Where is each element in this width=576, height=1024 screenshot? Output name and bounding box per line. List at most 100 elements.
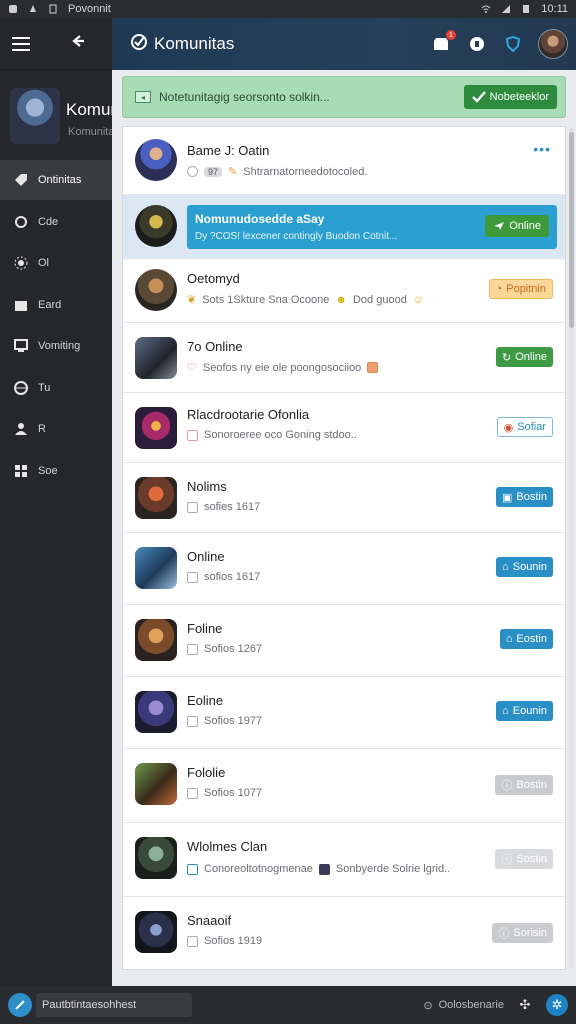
chat-icon	[14, 215, 28, 229]
sidebar-item-ontinitas[interactable]: Ontinitas	[0, 160, 112, 200]
sidebar-item-r[interactable]: R	[0, 409, 112, 449]
row-avatar	[135, 337, 177, 379]
row-subtitle: Conoreoltotnogmenae Sonbyerde Solrie lgr…	[187, 863, 450, 875]
list-item[interactable]: Oetomyd ❦ Sots 1Skture Sna Ocoone ☻ Dod …	[123, 259, 565, 323]
sidebar-item-ol[interactable]: Ol	[0, 243, 112, 283]
row-avatar	[135, 837, 177, 879]
online-button[interactable]: Online	[485, 215, 549, 237]
list-item[interactable]: Rlacdrootarie Ofonlia Sonoroeree oco Gon…	[123, 393, 565, 463]
emoji-icon: ☻	[335, 293, 347, 306]
profile-name: Komunitas	[66, 100, 112, 119]
status-button-label: Bostin	[516, 491, 547, 503]
row-subtitle: Sofios 1267	[187, 643, 262, 655]
profile-section[interactable]: Komunitas Komunitas	[0, 70, 112, 160]
row-subtitle-text: sofios 1617	[204, 571, 261, 583]
main-content: ◂ Notetunitagig seorsonto solkin... Nobe…	[112, 70, 576, 986]
back-icon[interactable]	[70, 34, 86, 53]
star-icon: ❦	[187, 294, 197, 306]
home-icon: ⌂	[505, 633, 513, 645]
list-item[interactable]: Wlolmes Clan Conoreoltotnogmenae Sonbyer…	[123, 823, 565, 897]
sidebar-item-vomiting[interactable]: Vomiting	[0, 326, 112, 366]
game-button[interactable]	[466, 33, 488, 55]
status-button[interactable]: ⓘ Bostin	[495, 775, 553, 795]
globe-icon	[14, 380, 28, 395]
settings-icon	[14, 256, 28, 270]
row-title: Snaaoif	[187, 913, 232, 928]
sidebar-item-label: Vomiting	[38, 340, 81, 352]
scrollbar-thumb[interactable]	[569, 132, 574, 328]
status-button[interactable]: ⓘ Sostin	[495, 849, 553, 869]
info-icon: ⓘ	[501, 854, 513, 866]
controller-icon	[470, 37, 484, 51]
wifi-icon	[481, 4, 491, 14]
home-icon: ⌂	[502, 705, 509, 717]
sidebar-item-cde[interactable]: Cde	[0, 202, 112, 242]
status-button[interactable]: ⌂ Sounin	[496, 557, 553, 577]
row-subtitle-extra: Sonbyerde Solrie lgrid..	[335, 863, 451, 875]
row-avatar	[135, 619, 177, 661]
row-subtitle: Sofios 1919	[187, 935, 262, 947]
list-item[interactable]: Foline Sofios 1267 ⌂ Eostin	[123, 605, 565, 677]
status-dot-icon: ⊙	[423, 999, 433, 1012]
sidebar-item-eard[interactable]: Eard	[0, 285, 112, 325]
row-subtitle: ❦ Sots 1Skture Sna Ocoone ☻ Dod guood ☺	[187, 293, 424, 307]
banner-action-button[interactable]: Nobeteeklor	[463, 85, 557, 109]
row-avatar	[135, 139, 177, 181]
info-icon: ⓘ	[498, 928, 510, 940]
banner-icon: ◂	[135, 91, 151, 103]
status-button-label: Popitnin	[506, 283, 546, 295]
more-options-icon[interactable]: •••	[533, 141, 551, 157]
list-item[interactable]: 7o Online ♡ Seofos ny eie ole poongosoci…	[123, 323, 565, 393]
message-input[interactable]	[36, 993, 192, 1017]
list-item[interactable]: Online sofios 1617 ⌂ Sounin	[123, 533, 565, 605]
home-icon: ⌂	[502, 561, 509, 573]
calendar-icon	[187, 571, 198, 583]
shield-button[interactable]	[502, 33, 524, 55]
online-button[interactable]: ↻ Online	[495, 347, 553, 367]
grid-icon	[14, 464, 28, 478]
sidebar: Komunitas Komunitas Ontinitas Cde Ol Ear…	[0, 18, 112, 986]
user-avatar[interactable]	[538, 29, 568, 59]
sidebar-nav: Ontinitas Cde Ol Eard Vomiting Tu R Soe	[0, 160, 112, 491]
gear-icon: ✲	[551, 997, 563, 1012]
gift-icon: ▣	[502, 491, 513, 504]
community-list: Bame J: Oatin 97 ✎ Shtrarnatorneedotocol…	[122, 126, 566, 970]
list-item[interactable]: Fololie Sofios 1077 ⓘ Bostin	[123, 749, 565, 823]
row-subtitle-text: Shtrarnatorneedotocoled.	[243, 165, 368, 178]
info-icon: ⓘ	[501, 780, 513, 792]
scrollbar[interactable]	[569, 128, 574, 968]
refresh-icon: ↻	[501, 351, 512, 364]
status-button[interactable]: ⓘ Sorisin	[492, 923, 553, 943]
status-button[interactable]: ⌂ Eounin	[496, 701, 553, 721]
status-button-label: Eounin	[512, 705, 547, 717]
row-subtitle-text: sofies 1617	[204, 501, 261, 513]
list-item[interactable]: Snaaoif Sofios 1919 ⓘ Sorisin	[123, 897, 565, 969]
sidebar-item-label: Ontinitas	[38, 174, 82, 186]
sidebar-item-tu[interactable]: Tu	[0, 368, 112, 408]
status-button[interactable]: ⌂ Eostin	[499, 629, 553, 649]
list-item[interactable]: Eoline Sofios 1977 ⌂ Eounin	[123, 677, 565, 749]
sidebar-item-soe[interactable]: Soe	[0, 451, 112, 491]
menu-icon[interactable]	[12, 33, 30, 55]
list-item[interactable]: Nomunudosedde aSay Dy ?COS! lexcener con…	[123, 195, 565, 259]
status-button[interactable]: ◔ Popitnin	[488, 279, 553, 299]
user-icon	[14, 422, 28, 436]
row-subtitle: ♡ Seofos ny eie ole poongosociioo	[187, 361, 379, 374]
list-item[interactable]: Bame J: Oatin 97 ✎ Shtrarnatorneedotocol…	[123, 127, 565, 195]
highlight-card[interactable]: Nomunudosedde aSay Dy ?COS! lexcener con…	[187, 205, 557, 249]
row-avatar	[135, 477, 177, 519]
status-button[interactable]: ◉ Sofiar	[496, 417, 553, 437]
row-title: Rlacdrootarie Ofonlia	[187, 407, 310, 422]
status-button[interactable]: ▣ Bostin	[496, 487, 553, 507]
row-title: Foline	[187, 621, 223, 636]
notifications-button[interactable]: 1	[430, 30, 456, 55]
calendar-icon	[187, 643, 198, 655]
settings-button[interactable]: ✲	[546, 994, 568, 1016]
status-button-label: Sorisin	[513, 927, 547, 939]
calendar-icon	[187, 787, 198, 799]
list-item[interactable]: Nolims sofies 1617 ▣ Bostin	[123, 463, 565, 533]
row-subtitle-text: Sofios 1077	[204, 787, 263, 799]
compose-icon[interactable]	[8, 993, 32, 1017]
share-button[interactable]: ✣	[514, 994, 536, 1016]
banner-text: Notetunitagig seorsonto solkin...	[159, 90, 330, 104]
